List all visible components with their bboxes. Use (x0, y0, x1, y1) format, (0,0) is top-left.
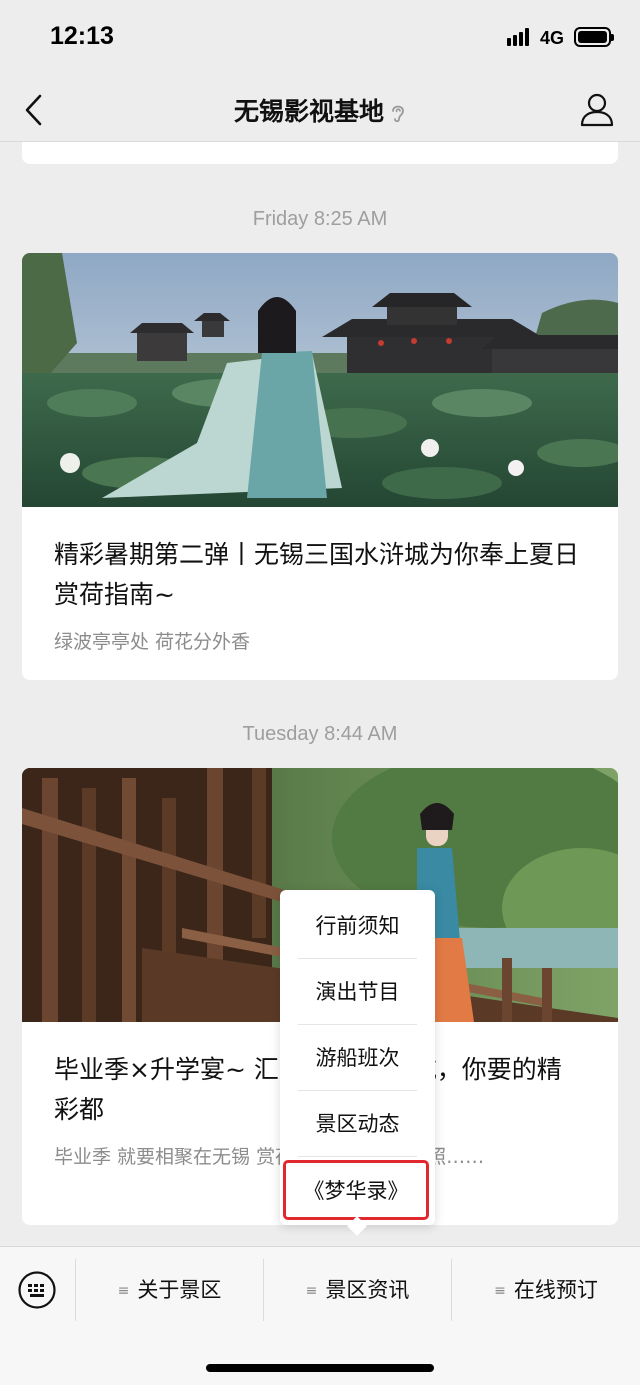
ear-icon (392, 105, 404, 123)
message-timestamp: Friday 8:25 AM (252, 208, 388, 230)
submenu-item-boat-schedule[interactable]: 游船班次 (298, 1025, 417, 1091)
menu-lines-icon: ≡ (494, 1283, 506, 1299)
bottom-menu-bar: ≡ 关于景区 ≡ 景区资讯 ≡ 在线预订 (0, 1246, 640, 1385)
menu-scenic-news[interactable]: ≡ 景区资讯 (264, 1247, 451, 1333)
submenu-item-menghualu[interactable]: 《梦华录》 (283, 1160, 429, 1220)
keyboard-icon (18, 1271, 56, 1309)
article-card[interactable]: 精彩暑期第二弹丨无锡三国水浒城为你奉上夏日赏荷指南~ 绿波亭亭处 荷花分外香 (22, 253, 618, 680)
nav-bar: 无锡影视基地 (0, 78, 640, 142)
message-timestamp: Tuesday 8:44 AM (242, 723, 398, 745)
menu-about-scenic[interactable]: ≡ 关于景区 (76, 1247, 263, 1333)
status-bar: 12:13 4G (0, 0, 640, 78)
menu-label: 景区资讯 (325, 1278, 410, 1302)
menu-lines-icon: ≡ (117, 1283, 130, 1299)
article-digest: 绿波亭亭处 荷花分外香 (54, 631, 251, 653)
menu-online-booking[interactable]: ≡ 在线预订 (452, 1247, 640, 1333)
menu-label: 在线预订 (513, 1278, 598, 1302)
keyboard-toggle-button[interactable] (17, 1270, 57, 1310)
article-cover-image (22, 253, 618, 507)
previous-article-card[interactable] (22, 142, 618, 164)
person-icon (580, 93, 614, 127)
status-time: 12:13 (50, 22, 114, 50)
submenu-item-shows[interactable]: 演出节目 (298, 959, 417, 1025)
account-name: 无锡影视基地 (233, 97, 384, 126)
network-label: 4G (540, 28, 565, 48)
article-title: 精彩暑期第二弹丨无锡三国水浒城为你奉上夏日赏荷指南~ (54, 540, 580, 609)
submenu-item-travel-notice[interactable]: 行前须知 (298, 893, 417, 959)
submenu-item-scenic-news[interactable]: 景区动态 (298, 1091, 417, 1157)
profile-button[interactable] (578, 90, 616, 128)
page-title: 无锡影视基地 (0, 92, 640, 128)
menu-label: 关于景区 (137, 1278, 222, 1302)
signal-icon (507, 28, 533, 46)
menu-lines-icon: ≡ (305, 1283, 318, 1299)
battery-icon (574, 27, 614, 47)
submenu-popup: 行前须知 演出节目 游船班次 景区动态 《梦华录》 (280, 890, 435, 1225)
home-indicator[interactable] (206, 1364, 434, 1372)
